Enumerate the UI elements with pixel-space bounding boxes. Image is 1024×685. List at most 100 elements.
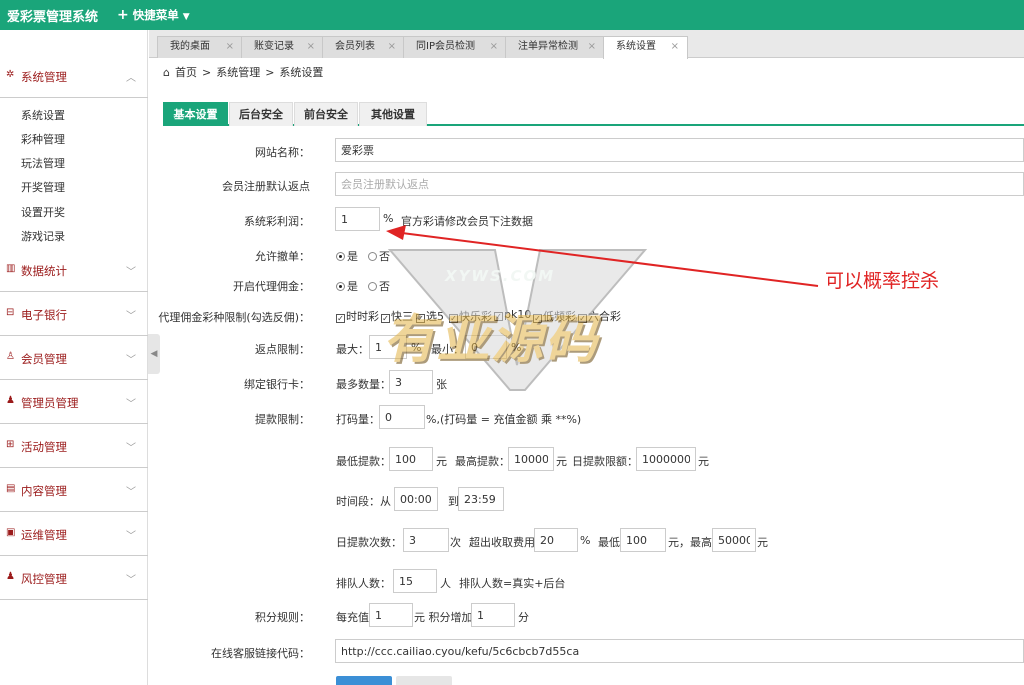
rebate-min-unit: % (511, 341, 522, 354)
sidebar-item-lottery-types[interactable]: 彩种管理 (21, 131, 141, 151)
rebate-min-input[interactable] (465, 335, 507, 359)
radio-label: 否 (379, 250, 390, 263)
settings-tab-basic[interactable]: 基本设置 (163, 102, 228, 126)
agent-commission-no-radio[interactable]: 否 (368, 278, 390, 294)
rebate-max-input[interactable] (369, 335, 407, 359)
points-per-input[interactable] (369, 603, 413, 627)
queue-unit: 人 (440, 577, 451, 590)
chevron-down-icon: ﹀ (126, 399, 136, 410)
radio-dot (368, 252, 377, 261)
annotation-arrow-line (401, 232, 819, 287)
checkbox-label: 时时彩 (346, 310, 379, 323)
fee-input[interactable] (534, 528, 578, 552)
settings-tab-backend-security[interactable]: 后台安全 (229, 102, 293, 126)
default-rebate-input[interactable] (335, 172, 1024, 196)
close-icon[interactable]: × (490, 37, 498, 57)
profit-label: 系统彩利润： (244, 215, 310, 228)
sidebar-group-risk[interactable]: ♟ 风控管理 ﹀ (0, 556, 148, 600)
sidebar-group-members[interactable]: ♙ 会员管理 ﹀ (0, 336, 148, 380)
bank-card-max-label: 最多数量： (336, 378, 391, 391)
cancel-button[interactable] (396, 676, 452, 685)
withdraw-min-input[interactable] (389, 447, 433, 471)
close-icon[interactable]: × (226, 37, 234, 57)
allow-cancel-yes-radio[interactable]: 是 (336, 248, 358, 264)
settings-tab-other[interactable]: 其他设置 (359, 102, 427, 126)
withdraw-min-unit: 元 (436, 455, 447, 468)
sidebar-group-admins[interactable]: ♟ 管理员管理 ﹀ (0, 380, 148, 424)
sidebar-item-play-types[interactable]: 玩法管理 (21, 155, 141, 175)
top-bar: 爱彩票管理系统 + 快捷菜单 ▼ (0, 0, 1024, 30)
agent-commission-yes-radio[interactable]: 是 (336, 278, 358, 294)
bank-card-max-input[interactable] (389, 370, 433, 394)
sidebar-item-game-records[interactable]: 游戏记录 (21, 228, 141, 248)
tab-label: 会员列表 (335, 41, 375, 52)
tab-system-settings[interactable]: 系统设置 × (603, 36, 688, 59)
fee-min-input[interactable] (620, 528, 666, 552)
checkbox-k3[interactable]: ✓ 快三 (381, 308, 413, 324)
sidebar-group-label: 运维管理 (21, 528, 67, 542)
tab-desktop[interactable]: 我的桌面 × (157, 36, 243, 58)
queue-input[interactable] (393, 569, 437, 593)
settings-tabs: 基本设置 后台安全 前台安全 其他设置 (163, 102, 1024, 126)
tab-label: 注单异常检测 (518, 41, 578, 52)
site-name-input[interactable] (335, 138, 1024, 162)
sidebar-group-operations[interactable]: ▣ 运维管理 ﹀ (0, 512, 148, 556)
checkbox-check-icon: ✓ (533, 314, 542, 323)
points-add-input[interactable] (471, 603, 515, 627)
checkbox-label: 快乐彩 (459, 310, 492, 323)
time-from-input[interactable] (394, 487, 438, 511)
checkbox-klc[interactable]: ✓ 快乐彩 (449, 308, 492, 324)
sidebar-group-label: 风控管理 (21, 572, 67, 586)
service-code-input[interactable] (335, 639, 1024, 663)
radio-dot (368, 282, 377, 291)
sidebar: ✲ 系统管理 ︿ 系统设置 彩种管理 玩法管理 开奖管理 设置开奖 游戏记录 ▥… (0, 30, 148, 685)
profit-input[interactable] (335, 207, 380, 231)
tab-label: 账变记录 (254, 41, 294, 52)
sidebar-group-statistics[interactable]: ▥ 数据统计 ﹀ (0, 248, 148, 292)
checkbox-ssc[interactable]: ✓ 时时彩 (336, 308, 379, 324)
allow-cancel-no-radio[interactable]: 否 (368, 248, 390, 264)
breadcrumb-system[interactable]: 系统管理 (216, 66, 260, 79)
sidebar-collapse-handle[interactable]: ◀ (148, 334, 160, 374)
sidebar-item-draw-management[interactable]: 开奖管理 (21, 179, 141, 199)
close-icon[interactable]: × (588, 37, 596, 57)
sidebar-group-system[interactable]: ✲ 系统管理 ︿ (0, 54, 148, 98)
sidebar-group-label: 管理员管理 (21, 396, 79, 410)
checkbox-low-freq[interactable]: ✓ 低频彩 (533, 308, 576, 324)
tab-label: 我的桌面 (170, 41, 210, 52)
withdraw-count-input[interactable] (403, 528, 449, 552)
checkbox-lhc[interactable]: ✓ 六合彩 (578, 308, 621, 324)
chevron-down-icon: ﹀ (126, 443, 136, 454)
quick-menu-button[interactable]: + 快捷菜单 ▼ (117, 7, 190, 23)
close-icon[interactable]: × (307, 37, 315, 57)
annotation-text: 可以概率控杀 (825, 270, 940, 292)
withdraw-max-input[interactable] (508, 447, 554, 471)
points-per-label: 每充值 (336, 611, 369, 624)
sidebar-group-label: 电子银行 (21, 308, 67, 322)
settings-tab-frontend-security[interactable]: 前台安全 (294, 102, 358, 126)
breadcrumb-home[interactable]: 首页 (175, 66, 197, 79)
tab-account-changes[interactable]: 账变记录 × (241, 36, 324, 58)
checkbox-pk10[interactable]: ✓ pk10 (494, 308, 531, 321)
close-icon[interactable]: × (671, 37, 679, 57)
fee-max-input[interactable] (712, 528, 756, 552)
time-to-input[interactable] (458, 487, 504, 511)
bet-volume-input[interactable] (379, 405, 425, 429)
tab-same-ip[interactable]: 同IP会员检测 × (403, 36, 507, 58)
sidebar-group-content[interactable]: ▤ 内容管理 ﹀ (0, 468, 148, 512)
radio-dot (336, 252, 345, 261)
sidebar-item-set-draw[interactable]: 设置开奖 (21, 204, 141, 224)
sidebar-group-label: 会员管理 (21, 352, 67, 366)
sidebar-group-activities[interactable]: ⊞ 活动管理 ﹀ (0, 424, 148, 468)
close-icon[interactable]: × (388, 37, 396, 57)
tab-members[interactable]: 会员列表 × (322, 36, 405, 58)
submit-button[interactable] (336, 676, 392, 685)
sidebar-group-bank[interactable]: ⊟ 电子银行 ﹀ (0, 292, 148, 336)
checkbox-x5[interactable]: ✓ 选5 (416, 308, 444, 324)
tool-icon: ▣ (6, 527, 16, 538)
withdraw-daily-unit: 元 (698, 455, 709, 468)
chevron-up-icon: ︿ (126, 73, 136, 84)
sidebar-item-system-settings[interactable]: 系统设置 (21, 107, 141, 127)
withdraw-daily-input[interactable] (636, 447, 696, 471)
tab-bet-anomaly[interactable]: 注单异常检测 × (505, 36, 605, 58)
